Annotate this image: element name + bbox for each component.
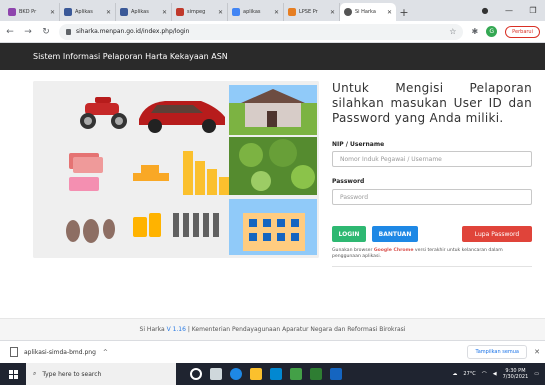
footer-org: | Kementerian Pendayagunaan Aparatur Neg… <box>187 326 406 333</box>
url-field[interactable]: siharka.menpan.go.id/index.php/login ☆ <box>59 23 464 40</box>
volume-icon[interactable]: ◀ <box>493 371 497 377</box>
search-icon: ⌕ <box>33 370 37 377</box>
tab-title: simpeg <box>187 9 206 15</box>
browser-note: Gunakan browser Google Chrome versi tera… <box>332 248 532 260</box>
taskbar-apps <box>190 368 342 380</box>
tab-title: aplikas <box>243 9 261 15</box>
taskbar-search[interactable]: ⌕ Type here to search <box>26 363 176 385</box>
task-view-icon[interactable] <box>210 368 222 380</box>
tab-title: LPSE Pr <box>299 9 318 15</box>
weather-temp[interactable]: 27°C <box>463 371 475 377</box>
site-title: Sistem Informasi Pelaporan Harta Kekayaa… <box>33 52 228 61</box>
tab-title: Aplikas <box>75 9 93 15</box>
word-icon[interactable] <box>330 368 342 380</box>
close-icon[interactable]: ✕ <box>218 9 223 16</box>
tab-favicon <box>288 8 296 16</box>
taskbar-search-placeholder: Type here to search <box>42 370 102 378</box>
tab-favicon <box>64 8 72 16</box>
window-controls: ● — ❐ <box>473 0 545 21</box>
chevron-up-icon[interactable]: ^ <box>103 349 108 356</box>
nip-label: NIP / Username <box>332 141 385 148</box>
close-icon[interactable]: ✕ <box>387 9 392 16</box>
tab-aplikasi-1[interactable]: Aplikas ✕ <box>60 3 116 21</box>
close-icon[interactable]: ✕ <box>50 9 55 16</box>
close-icon[interactable]: ✕ <box>330 9 335 16</box>
forward-icon[interactable]: → <box>23 27 33 37</box>
show-all-button[interactable]: Tampilkan semua <box>467 345 527 359</box>
account-icon[interactable]: ● <box>473 0 497 21</box>
file-icon <box>10 347 18 357</box>
password-input[interactable]: Password <box>332 189 532 205</box>
clock-date: 7/30/2021 <box>502 374 529 380</box>
password-label: Password <box>332 178 365 185</box>
profile-avatar[interactable]: G <box>486 26 498 37</box>
note-prefix: Gunakan browser <box>332 248 373 253</box>
tab-favicon <box>120 8 128 16</box>
tab-title: Si Harka <box>355 9 376 15</box>
login-button[interactable]: LOGIN <box>332 226 366 242</box>
extensions-icon[interactable]: ✱ <box>471 27 478 36</box>
help-button[interactable]: BANTUAN <box>372 226 418 242</box>
site-header: Sistem Informasi Pelaporan Harta Kekayaa… <box>0 43 545 70</box>
tab-favicon <box>176 8 184 16</box>
url-text: siharka.menpan.go.id/index.php/login <box>76 28 190 35</box>
file-explorer-icon[interactable] <box>250 368 262 380</box>
windows-taskbar: ⌕ Type here to search ☁ 27°C ⌒ ◀ 9:30 PM… <box>0 363 545 385</box>
tab-favicon <box>8 8 16 16</box>
back-icon[interactable]: ← <box>5 27 15 37</box>
windows-logo-icon <box>8 369 18 379</box>
start-button[interactable] <box>0 363 26 385</box>
hero-collage-image <box>33 81 319 258</box>
address-bar: ← → ↻ siharka.menpan.go.id/index.php/log… <box>0 21 545 43</box>
tab-aplikasi-3[interactable]: aplikas ✕ <box>228 3 284 21</box>
download-shelf: aplikasi-simda-bmd.png ^ Tampilkan semua… <box>0 340 545 363</box>
forgot-password-button[interactable]: Lupa Password <box>462 226 532 242</box>
google-icon <box>232 8 240 16</box>
download-item[interactable]: aplikasi-simda-bmd.png <box>24 349 96 356</box>
tab-simpeg[interactable]: simpeg ✕ <box>172 3 228 21</box>
weather-icon[interactable]: ☁ <box>452 371 457 377</box>
tab-si-harka[interactable]: Si Harka ✕ <box>340 3 396 21</box>
tab-bkd[interactable]: BKD Pr ✕ <box>4 3 60 21</box>
footer-version[interactable]: V 1.16 <box>167 326 186 333</box>
close-icon[interactable]: ✕ <box>162 9 167 16</box>
tab-lpse[interactable]: LPSE Pr ✕ <box>284 3 340 21</box>
maps-icon[interactable] <box>290 368 302 380</box>
browser-tab-strip: BKD Pr ✕ Aplikas ✕ Aplikas ✕ simpeg ✕ aplika… <box>0 0 545 21</box>
close-icon[interactable]: ✕ <box>274 9 279 16</box>
assets-collage-illustration <box>33 81 319 258</box>
notifications-icon[interactable]: ▭ <box>534 371 539 377</box>
lock-icon <box>66 28 71 35</box>
mail-icon[interactable] <box>270 368 282 380</box>
note-browser: Google Chrome <box>373 248 414 253</box>
site-footer: Si Harka V 1.16 | Kementerian Pendayagun… <box>0 318 545 340</box>
close-icon[interactable]: ✕ <box>534 348 540 356</box>
cortana-icon[interactable] <box>190 368 202 380</box>
chrome-icon[interactable] <box>230 368 242 380</box>
excel-icon[interactable] <box>310 368 322 380</box>
globe-icon <box>344 8 352 16</box>
maximize-icon[interactable]: ❐ <box>521 0 545 21</box>
network-icon[interactable]: ⌒ <box>482 371 487 378</box>
footer-app: Si Harka <box>139 326 165 333</box>
minimize-icon[interactable]: — <box>497 0 521 21</box>
update-button[interactable]: Perbarui <box>505 25 540 38</box>
login-intro-text: Untuk Mengisi Pelaporan silahkan masukan… <box>332 81 532 125</box>
tab-aplikasi-2[interactable]: Aplikas ✕ <box>116 3 172 21</box>
tab-title: BKD Pr <box>19 9 37 15</box>
close-icon[interactable]: ✕ <box>106 9 111 16</box>
star-icon[interactable]: ☆ <box>449 27 456 36</box>
system-tray: ☁ 27°C ⌒ ◀ 9:30 PM 7/30/2021 ▭ <box>452 363 545 385</box>
new-tab-button[interactable]: + <box>396 3 412 21</box>
tab-title: Aplikas <box>131 9 149 15</box>
nip-input[interactable]: Nomor Induk Pegawai / Username <box>332 151 532 167</box>
reload-icon[interactable]: ↻ <box>41 27 51 37</box>
divider <box>332 266 532 267</box>
clock[interactable]: 9:30 PM 7/30/2021 <box>503 368 529 380</box>
